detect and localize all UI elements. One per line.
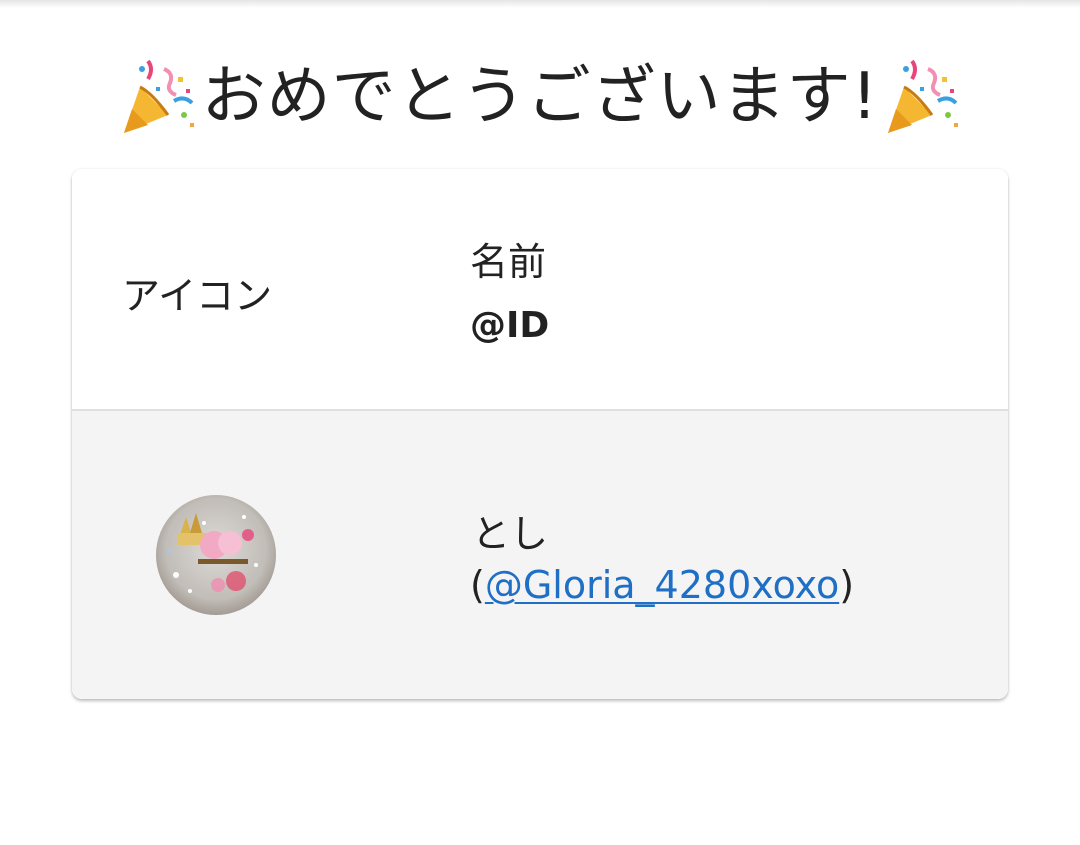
table-row: とし (@Gloria_4280xoxo) <box>72 411 1008 699</box>
party-popper-icon <box>882 57 962 137</box>
column-header-id: @ID <box>470 305 550 346</box>
user-id-open-paren: ( <box>470 563 485 607</box>
party-popper-icon <box>118 57 198 137</box>
winners-table-card: アイコン 名前 @ID とし (@Gloria_4280xoxo) <box>72 169 1008 699</box>
user-id-line: (@Gloria_4280xoxo) <box>470 563 854 607</box>
page-title: おめでとうございます! <box>0 52 1080 142</box>
user-display-name: とし <box>472 512 549 556</box>
column-header-icon: アイコン <box>122 274 273 318</box>
user-id-link[interactable]: @Gloria_4280xoxo <box>485 563 839 607</box>
column-header-name: 名前 <box>470 240 547 284</box>
top-app-bar-shadow <box>0 0 1080 8</box>
avatar <box>156 495 276 615</box>
title-text: おめでとうございます! <box>201 60 879 134</box>
table-header-row: アイコン 名前 @ID <box>72 169 1008 411</box>
user-id-close-paren: ) <box>839 563 855 607</box>
